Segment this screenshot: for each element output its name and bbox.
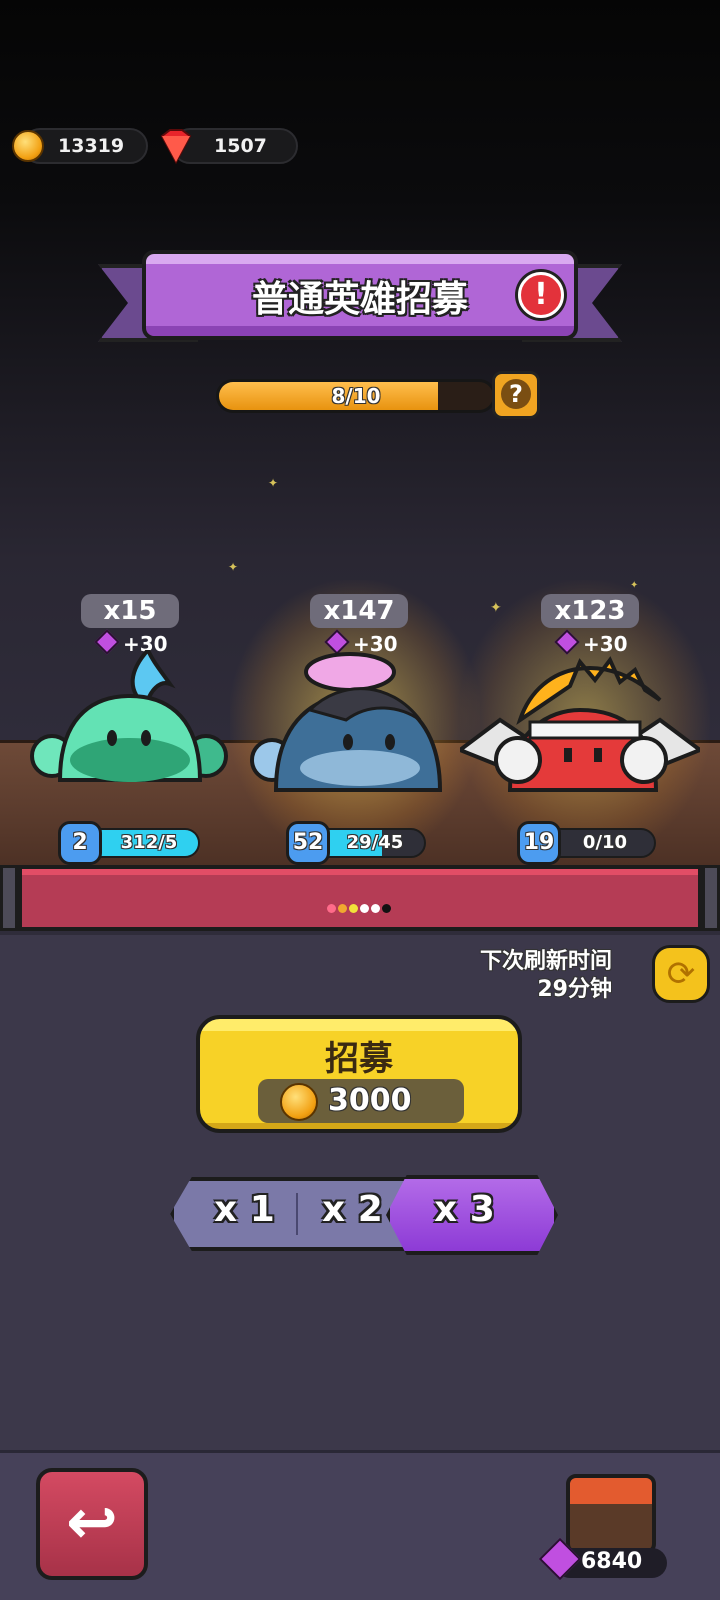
coin-amount: 13319 (58, 135, 125, 157)
hero-level-badge: 19 (517, 821, 561, 865)
sparkle-decoration: ✦ (268, 476, 279, 490)
help-button[interactable]: ? (492, 371, 540, 419)
hero-slime-red[interactable] (460, 650, 700, 800)
sparkle-decoration: ✦ (228, 560, 239, 574)
shop-icon[interactable] (566, 1474, 656, 1554)
page-indicator[interactable] (327, 898, 393, 917)
multiplier-divider (296, 1193, 298, 1235)
screen: { "top_bar": { "coins": "13319", "gems":… (0, 0, 720, 1600)
hero-count: x147 (310, 594, 408, 628)
refresh-icon: ⟳ (666, 954, 696, 994)
back-button[interactable]: ↩ (36, 1468, 148, 1580)
question-icon: ? (501, 379, 531, 409)
progress-label: 8/10 (331, 384, 381, 408)
refresh-label: 下次刷新时间 (479, 949, 612, 974)
hero-slime-green[interactable] (30, 650, 230, 800)
shop-gem-amount: 6840 (581, 1549, 643, 1574)
refresh-button[interactable]: ⟳ (652, 945, 710, 1003)
hero-count: x123 (541, 594, 639, 628)
refresh-timer: 下次刷新时间 29分钟 (480, 948, 612, 1004)
multiplier-selector: x 1 x 2 x 3 (160, 1175, 560, 1255)
hero-slime-blue[interactable] (250, 650, 460, 800)
price-amount: 3000 (328, 1083, 412, 1118)
hero-level-badge: 2 (58, 821, 102, 865)
multiplier-x3[interactable]: x 3 (434, 1189, 495, 1230)
refresh-time: 29分钟 (537, 977, 612, 1002)
alert-icon[interactable]: ! (518, 272, 564, 318)
recruit-button[interactable]: 招募 3000 (196, 1015, 522, 1133)
ruby-icon (160, 129, 192, 164)
gem-amount: 1507 (214, 135, 267, 157)
coin-icon (12, 130, 44, 162)
stage-side-right (702, 865, 720, 931)
recruit-progress-bar: 8/10 (216, 379, 496, 413)
multiplier-x2[interactable]: x 2 (322, 1189, 383, 1230)
banner-title: 普通英雄招募 (251, 279, 468, 320)
hero-count: x15 (81, 594, 179, 628)
back-arrow-icon: ↩ (66, 1485, 118, 1558)
recruit-banner: 普通英雄招募 ! (142, 250, 578, 340)
multiplier-x1[interactable]: x 1 (214, 1189, 275, 1230)
coin-icon (280, 1083, 318, 1121)
recruit-label: 招募 (325, 1039, 393, 1079)
stage-side-left (0, 865, 18, 931)
recruit-price: 3000 (258, 1079, 464, 1123)
hero-level-badge: 52 (286, 821, 330, 865)
